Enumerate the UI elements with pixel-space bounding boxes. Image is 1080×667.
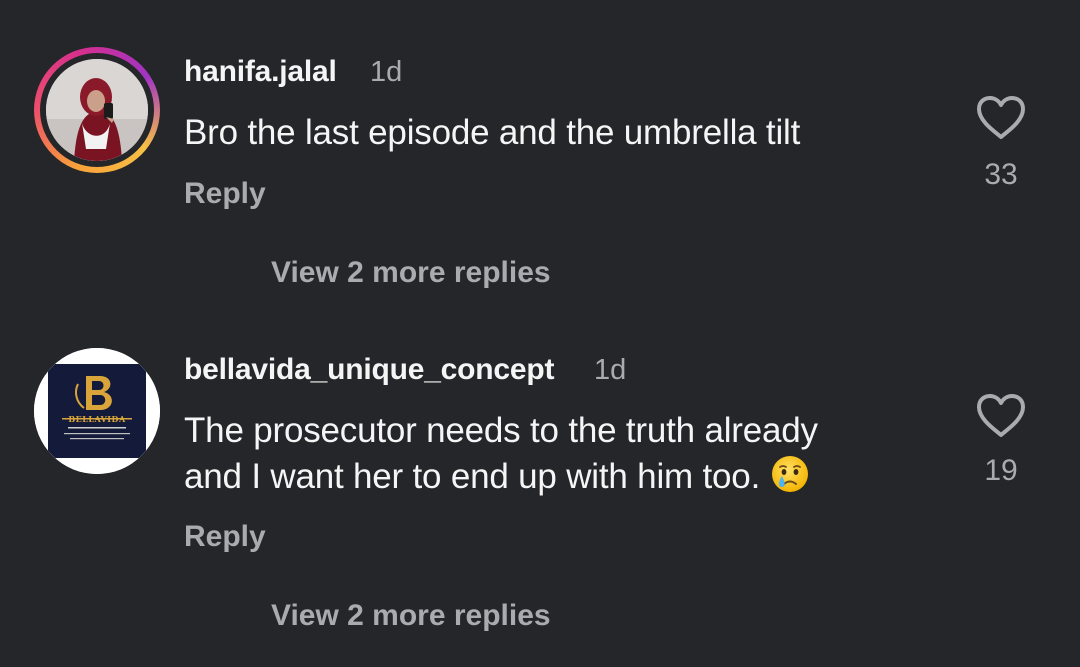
comment-text-line-2: and I want her to end up with him too.	[184, 454, 810, 500]
comment-time: 1d	[594, 354, 627, 386]
like-count: 33	[984, 158, 1018, 191]
like-button[interactable]	[975, 94, 1027, 142]
avatar: BELLAVIDA	[34, 348, 160, 474]
profile-photo-icon	[46, 59, 148, 161]
comment-username[interactable]: hanifa.jalal	[184, 55, 337, 89]
reply-button[interactable]: Reply	[184, 177, 266, 211]
comment-text: Bro the last episode and the umbrella ti…	[184, 113, 801, 152]
avatar	[46, 59, 148, 161]
logo-text: BELLAVIDA	[68, 414, 126, 424]
view-more-replies-button[interactable]: View 2 more replies	[271, 599, 551, 633]
comment-time: 1d	[370, 56, 403, 88]
comment-text-line-2-content: and I want her to end up with him too.	[184, 457, 761, 496]
comment-username[interactable]: bellavida_unique_concept	[184, 353, 555, 387]
like-count: 19	[984, 454, 1018, 487]
like-button[interactable]	[975, 392, 1027, 440]
comment-item: BELLAVIDA bellavida_unique_concept 1d Th…	[0, 340, 1080, 667]
avatar-wrapper[interactable]: BELLAVIDA	[34, 348, 160, 474]
story-ring-avatar[interactable]	[34, 47, 160, 173]
reply-button[interactable]: Reply	[184, 520, 266, 554]
crying-face-icon	[770, 454, 810, 494]
heart-icon	[977, 394, 1025, 437]
view-more-replies-button[interactable]: View 2 more replies	[271, 256, 551, 290]
crying-face-emoji	[771, 456, 808, 492]
comment-item: hanifa.jalal 1d Bro the last episode and…	[0, 0, 1080, 330]
heart-icon	[977, 96, 1025, 139]
brand-logo-icon	[34, 348, 160, 474]
comment-text-line-1: The prosecutor needs to the truth alread…	[184, 411, 818, 450]
